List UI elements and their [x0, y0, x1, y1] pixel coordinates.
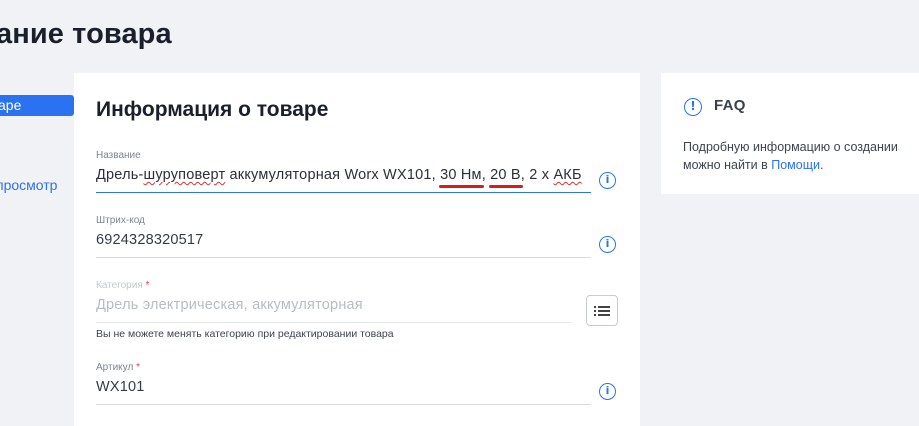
sidebar-item-preview[interactable]: просмотр	[0, 177, 57, 193]
category-field: Категория * Дрель электрическая, аккумул…	[96, 280, 571, 340]
name-text-part: ,	[481, 167, 491, 183]
product-info-card: Информация о товаре Название Дрель-шуруп…	[74, 73, 640, 426]
sku-field-label: Артикул *	[96, 362, 591, 373]
required-mark: *	[136, 362, 140, 373]
sku-field[interactable]: Артикул * WX101	[96, 362, 591, 405]
info-icon[interactable]: i	[599, 383, 616, 400]
faq-text: Подробную информацию о создании можно на…	[683, 138, 919, 174]
help-link[interactable]: Помощи	[771, 158, 820, 172]
faq-title: FAQ	[714, 97, 746, 114]
faq-text-line: можно найти в Помощи.	[683, 156, 919, 174]
category-field-label: Категория *	[96, 280, 571, 291]
info-icon[interactable]: i	[599, 236, 616, 253]
category-list-button[interactable]	[586, 295, 618, 326]
sidebar-item-label: просмотр	[0, 177, 58, 193]
sku-label-text: Артикул	[96, 362, 134, 373]
name-text-part: аккумуляторная Worx WX101,	[225, 167, 441, 183]
sidebar-item-label: аре	[0, 97, 22, 113]
name-text-part: , 2 x	[520, 167, 554, 183]
name-input[interactable]: Дрель-шуруповерт аккумуляторная Worx WX1…	[96, 167, 591, 193]
spellcheck-word: шуруповерт	[143, 167, 226, 183]
list-icon	[594, 305, 610, 316]
sidebar-item-product-info[interactable]: аре	[0, 95, 74, 116]
category-hint: Вы не можете менять категорию при редакт…	[96, 328, 394, 340]
name-field-label: Название	[96, 150, 141, 161]
spellcheck-word: АКБ	[553, 167, 582, 183]
name-text-part: Дрель-	[96, 167, 144, 183]
faq-card: ! FAQ Подробную информацию о создании мо…	[661, 73, 919, 194]
exclamation-circle-icon: !	[684, 98, 702, 116]
annotated-voltage: 20 В	[490, 167, 521, 183]
info-icon[interactable]: i	[599, 172, 616, 189]
required-mark: *	[145, 280, 150, 291]
sku-input[interactable]: WX101	[96, 379, 591, 405]
barcode-field-label: Штрих-код	[96, 215, 145, 226]
page-title: ание товара	[0, 18, 172, 50]
category-label-text: Категория	[96, 280, 143, 291]
faq-text-part: можно найти в	[683, 158, 772, 172]
category-input: Дрель электрическая, аккумуляторная	[96, 297, 571, 323]
faq-text-part: .	[819, 158, 824, 172]
faq-text-line: Подробную информацию о создании	[683, 140, 898, 154]
barcode-field[interactable]: Штрих-код 6924328320517	[96, 215, 591, 258]
card-title: Информация о товаре	[96, 98, 329, 121]
name-field[interactable]: Название Дрель-шуруповерт аккумуляторная…	[96, 150, 591, 193]
annotated-torque: 30 Нм	[440, 167, 482, 183]
barcode-input[interactable]: 6924328320517	[96, 232, 591, 258]
